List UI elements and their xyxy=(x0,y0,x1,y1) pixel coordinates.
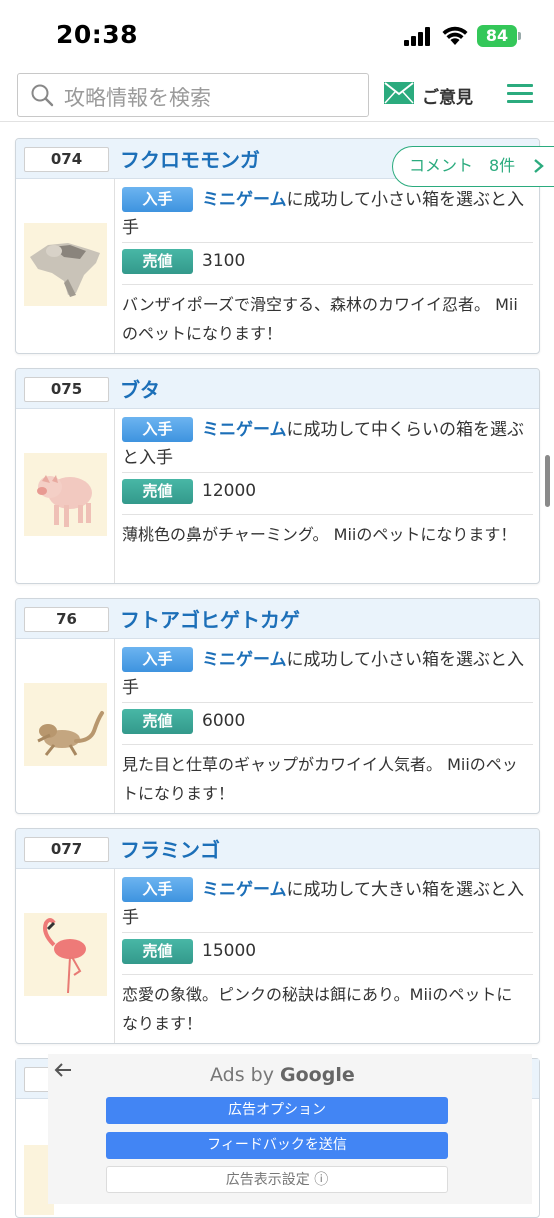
item-body: 入手 ミニゲームに成功して中くらいの箱を選ぶと入手 売値 12000 薄桃色の鼻… xyxy=(16,409,539,583)
price-row: 売値 6000 xyxy=(122,705,533,745)
feedback-label: ご意見 xyxy=(422,88,473,108)
search-icon xyxy=(31,84,54,107)
acquire-text: ミニゲームに成功して小さい箱を選ぶと入手 xyxy=(122,186,527,242)
acquire-row: 入手 ミニゲームに成功して小さい箱を選ぶと入手 xyxy=(122,183,533,243)
item-image-cell xyxy=(16,869,115,1043)
item-card: 76 フトアゴヒゲトカゲ 入手 ミニゲームに成功して小さい箱を選ぶと入手 売値 … xyxy=(15,598,540,814)
item-header: 075 ブタ xyxy=(16,369,539,409)
item-body: 入手 ミニゲームに成功して小さい箱を選ぶと入手 売値 3100 バンザイポーズで… xyxy=(16,179,539,353)
status-bar: 20:38 84 xyxy=(0,0,554,66)
minigame-link[interactable]: ミニゲーム xyxy=(202,190,287,210)
bearded-dragon-image xyxy=(24,683,107,766)
item-body: 入手 ミニゲームに成功して大きい箱を選ぶと入手 売値 15000 恋愛の象徴。ピ… xyxy=(16,869,539,1043)
item-number: 76 xyxy=(24,607,109,632)
item-name[interactable]: フトアゴヒゲトカゲ xyxy=(120,604,300,633)
item-header: 077 フラミンゴ xyxy=(16,829,539,869)
item-name[interactable]: フラミンゴ xyxy=(120,834,220,863)
scrollbar[interactable] xyxy=(545,455,550,507)
acquire-text: ミニゲームに成功して小さい箱を選ぶと入手 xyxy=(122,646,527,702)
item-image-cell xyxy=(16,179,115,353)
acquire-detail: に成功して小さい箱を選ぶと入手 xyxy=(122,650,524,698)
acquire-row: 入手 ミニゲームに成功して中くらいの箱を選ぶと入手 xyxy=(122,413,533,473)
item-number: 074 xyxy=(24,147,109,172)
search-placeholder: 攻略情報を検索 xyxy=(64,86,211,110)
comment-count-label: コメント 8件 xyxy=(409,156,516,175)
price-tag: 売値 xyxy=(122,479,193,504)
acquire-text: ミニゲームに成功して大きい箱を選ぶと入手 xyxy=(122,876,527,932)
chevron-right-icon xyxy=(534,159,544,173)
price-tag: 売値 xyxy=(122,939,193,964)
item-description: バンザイポーズで滑空する、森林のカワイイ忍者。 Miiのペットになります！ xyxy=(122,295,518,343)
price-value: 6000 xyxy=(202,711,246,731)
search-input[interactable]: 攻略情報を検索 xyxy=(17,73,369,117)
battery-indicator: 84 xyxy=(477,25,517,47)
minigame-link[interactable]: ミニゲーム xyxy=(202,650,287,670)
ad-settings-button[interactable]: 広告表示設定 ⓘ xyxy=(106,1166,448,1193)
site-header: 攻略情報を検索 ご意見 xyxy=(0,66,554,122)
item-name[interactable]: ブタ xyxy=(120,374,160,403)
price-tag: 売値 xyxy=(122,709,193,734)
item-description: 恋愛の象徴。ピンクの秘訣は餌にあり。Miiのペットになります！ xyxy=(122,985,513,1033)
item-description: 薄桃色の鼻がチャーミング。 Miiのペットになります！ xyxy=(122,525,517,544)
price-row: 売値 15000 xyxy=(122,935,533,975)
price-row: 売値 3100 xyxy=(122,245,533,285)
acquire-detail: に成功して中くらいの箱を選ぶと入手 xyxy=(122,420,524,468)
acquire-row: 入手 ミニゲームに成功して大きい箱を選ぶと入手 xyxy=(122,873,533,933)
acquire-row: 入手 ミニゲームに成功して小さい箱を選ぶと入手 xyxy=(122,643,533,703)
price-value: 12000 xyxy=(202,481,257,501)
ads-by-google-label: Ads by Google xyxy=(210,1064,355,1086)
item-card: 077 フラミンゴ 入手 ミニゲームに成功して大きい箱を選ぶと入手 売値 150… xyxy=(15,828,540,1044)
send-feedback-button[interactable]: フィードバックを送信 xyxy=(106,1132,448,1159)
minigame-link[interactable]: ミニゲーム xyxy=(202,420,287,440)
item-number: 075 xyxy=(24,377,109,402)
acquire-detail: に成功して大きい箱を選ぶと入手 xyxy=(122,880,524,928)
sugar-glider-image xyxy=(24,223,107,306)
mail-icon xyxy=(384,82,414,104)
acquire-detail: に成功して小さい箱を選ぶと入手 xyxy=(122,190,524,238)
price-row: 売値 12000 xyxy=(122,475,533,515)
acquire-text: ミニゲームに成功して中くらいの箱を選ぶと入手 xyxy=(122,416,527,472)
ad-panel: Ads by Google 広告オプション フィードバックを送信 広告表示設定 … xyxy=(48,1054,532,1204)
wifi-icon xyxy=(442,26,468,45)
item-name[interactable]: フクロモモンガ xyxy=(120,144,260,173)
item-number: 077 xyxy=(24,837,109,862)
cellular-signal-icon xyxy=(404,26,434,46)
battery-tip xyxy=(518,32,521,40)
item-image-cell xyxy=(16,639,115,813)
back-arrow-icon[interactable] xyxy=(54,1062,72,1078)
price-value: 15000 xyxy=(202,941,257,961)
flamingo-image xyxy=(24,913,107,996)
price-value: 3100 xyxy=(202,251,246,271)
minigame-link[interactable]: ミニゲーム xyxy=(202,880,287,900)
ad-options-button[interactable]: 広告オプション xyxy=(106,1097,448,1124)
price-tag: 売値 xyxy=(122,249,193,274)
comment-count-button[interactable]: コメント 8件 xyxy=(392,146,554,187)
item-header: 76 フトアゴヒゲトカゲ xyxy=(16,599,539,639)
pig-image xyxy=(24,453,107,536)
hamburger-menu-icon[interactable] xyxy=(507,84,533,104)
ads-by-prefix: Ads by xyxy=(210,1064,281,1086)
status-time: 20:38 xyxy=(56,20,139,49)
item-card: 075 ブタ 入手 ミニゲームに成功して中くらいの箱を選ぶと入手 売値 1200… xyxy=(15,368,540,584)
item-body: 入手 ミニゲームに成功して小さい箱を選ぶと入手 売値 6000 見た目と仕草のギ… xyxy=(16,639,539,813)
google-brand: Google xyxy=(280,1064,355,1086)
item-description: 見た目と仕草のギャップがカワイイ人気者。 Miiのペットになります！ xyxy=(122,755,518,803)
item-image-cell xyxy=(16,409,115,583)
